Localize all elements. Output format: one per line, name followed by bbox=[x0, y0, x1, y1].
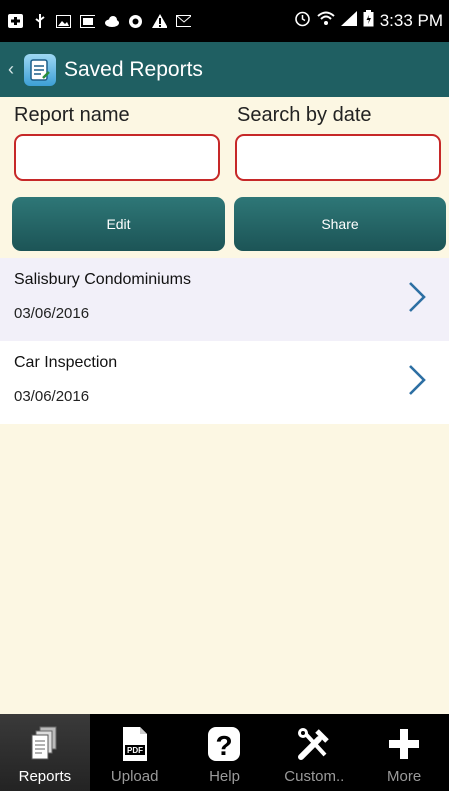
media-icon bbox=[80, 14, 95, 28]
svg-text:?: ? bbox=[216, 730, 233, 761]
page-title: Saved Reports bbox=[64, 57, 203, 81]
nav-upload[interactable]: PDF Upload bbox=[90, 714, 180, 791]
plus-icon bbox=[387, 722, 421, 766]
usb-icon bbox=[32, 14, 47, 28]
alarm-icon bbox=[294, 10, 311, 32]
report-name-label: Report name bbox=[14, 104, 130, 126]
chevron-left-icon[interactable]: ‹ bbox=[8, 59, 20, 80]
edit-button[interactable]: Edit bbox=[12, 197, 225, 251]
signal-icon bbox=[340, 11, 357, 31]
battery-icon bbox=[363, 10, 374, 32]
chevron-right-icon[interactable] bbox=[407, 280, 427, 314]
status-bar: 3:33 PM bbox=[0, 0, 449, 42]
warning-icon bbox=[152, 14, 167, 28]
nav-label: Upload bbox=[110, 768, 159, 785]
status-time: 3:33 PM bbox=[379, 11, 443, 30]
report-name: Car Inspection bbox=[14, 354, 118, 371]
nav-label: Reports bbox=[18, 768, 72, 785]
image-icon bbox=[56, 14, 71, 28]
bottom-nav: Reports PDF Upload ? Help Custom.. More bbox=[0, 714, 449, 791]
add-icon bbox=[8, 14, 23, 28]
reports-icon bbox=[30, 722, 60, 766]
nav-label: Custom.. bbox=[284, 768, 345, 785]
system-icons: 3:33 PM bbox=[294, 0, 443, 42]
report-date: 03/06/2016 bbox=[14, 388, 90, 405]
nav-reports[interactable]: Reports bbox=[0, 714, 90, 791]
share-button[interactable]: Share bbox=[234, 197, 446, 251]
report-name: Salisbury Condominiums bbox=[14, 271, 191, 288]
notification-icons bbox=[0, 14, 191, 28]
chevron-right-icon[interactable] bbox=[407, 363, 427, 397]
cloud-icon bbox=[104, 14, 119, 28]
search-labels: Report name Search by date bbox=[0, 104, 449, 130]
pdf-upload-icon: PDF bbox=[120, 722, 150, 766]
mail-icon bbox=[176, 14, 191, 28]
list-item[interactable]: Salisbury Condominiums 03/06/2016 bbox=[0, 258, 449, 341]
list-item[interactable]: Car Inspection 03/06/2016 bbox=[0, 341, 449, 424]
search-by-date-label: Search by date bbox=[237, 104, 372, 126]
report-list: Salisbury Condominiums 03/06/2016 Car In… bbox=[0, 258, 449, 424]
wifi-icon bbox=[317, 11, 335, 32]
nav-help[interactable]: ? Help bbox=[180, 714, 270, 791]
nav-label: Help bbox=[209, 768, 240, 785]
nav-label: More bbox=[386, 768, 422, 785]
help-icon: ? bbox=[207, 722, 241, 766]
nav-customize[interactable]: Custom.. bbox=[269, 714, 359, 791]
tools-icon bbox=[295, 722, 333, 766]
report-name-input[interactable] bbox=[14, 134, 220, 181]
svg-text:PDF: PDF bbox=[127, 746, 143, 755]
report-document-icon[interactable] bbox=[24, 53, 56, 86]
nav-more[interactable]: More bbox=[359, 714, 449, 791]
report-date: 03/06/2016 bbox=[14, 305, 90, 322]
search-by-date-input[interactable] bbox=[235, 134, 441, 181]
app-bar: ‹ Saved Reports bbox=[0, 42, 449, 97]
sync-icon bbox=[128, 14, 143, 28]
